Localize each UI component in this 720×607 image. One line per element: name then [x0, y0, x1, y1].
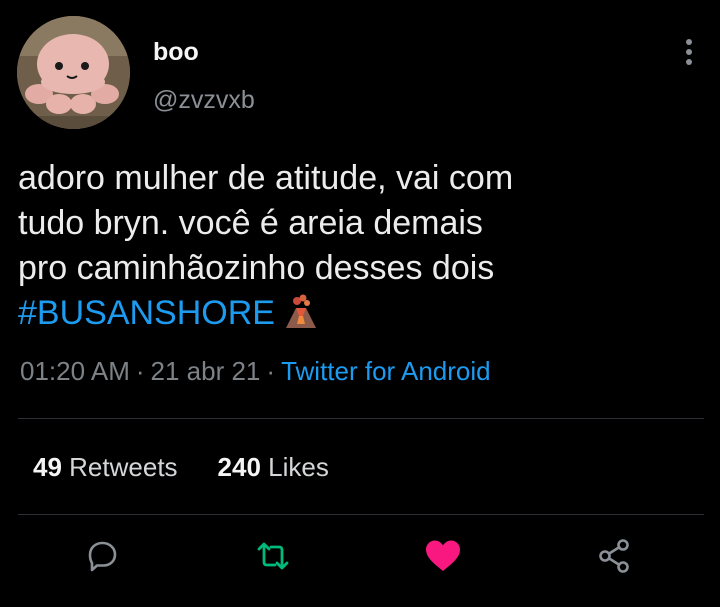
- share-icon: [599, 539, 629, 573]
- author-display-name[interactable]: boo: [153, 38, 199, 67]
- more-vertical-icon[interactable]: [678, 36, 700, 72]
- octopus-plush-avatar: [17, 16, 130, 129]
- tweet-source-link[interactable]: Twitter for Android: [281, 356, 491, 386]
- volcano-emoji: [283, 294, 319, 330]
- divider: [18, 514, 704, 515]
- hashtag-link[interactable]: #BUSANSHORE: [18, 294, 275, 332]
- meta-separator: ·: [266, 356, 276, 386]
- tweet-metadata: 01:20 AM · 21 abr 21 · Twitter for Android: [20, 356, 491, 387]
- retweets-stat[interactable]: 49 Retweets: [33, 452, 178, 483]
- reply-icon: [88, 541, 117, 572]
- retweets-label: Retweets: [69, 452, 178, 482]
- tweet-text: adoro mulher de atitude, vai com tudo br…: [18, 156, 678, 336]
- tweet-date: 21 abr 21: [150, 356, 261, 386]
- share-button[interactable]: [595, 536, 635, 576]
- divider: [18, 418, 704, 419]
- reply-button[interactable]: [82, 536, 122, 576]
- retweet-icon: [257, 542, 289, 570]
- retweet-button[interactable]: [253, 536, 293, 576]
- avatar[interactable]: [17, 16, 130, 129]
- heart-icon: [426, 540, 460, 571]
- meta-separator: ·: [135, 356, 145, 386]
- like-button[interactable]: [423, 536, 463, 576]
- tweet-stats: 49 Retweets 240 Likes: [33, 452, 329, 483]
- tweet-time: 01:20 AM: [20, 356, 130, 386]
- tweet-text-line: pro caminhãozinho desses dois: [18, 249, 495, 287]
- author-handle[interactable]: @zvzvxb: [153, 86, 255, 115]
- tweet-text-line: tudo bryn. você é areia demais: [18, 204, 483, 242]
- tweet-text-line: adoro mulher de atitude, vai com: [18, 159, 514, 197]
- likes-count: 240: [217, 452, 261, 482]
- retweets-count: 49: [33, 452, 62, 482]
- likes-stat[interactable]: 240 Likes: [218, 452, 329, 483]
- tweet-text-line: #BUSANSHORE: [18, 291, 678, 336]
- likes-label: Likes: [268, 452, 329, 482]
